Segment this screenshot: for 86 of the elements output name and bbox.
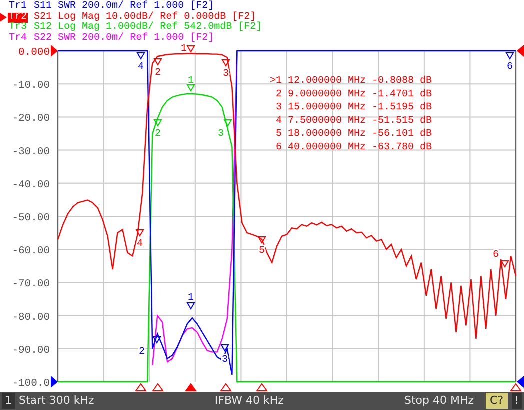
axis-label: -80.00 — [12, 312, 50, 324]
marker-triangle-icon — [186, 84, 196, 92]
trace-reference: Ref 0.000dB — [160, 12, 226, 22]
marker-triangle-icon — [500, 260, 510, 268]
trace-scale: 1.000dB/ — [106, 23, 154, 33]
axis-label: -20.00 — [12, 113, 50, 126]
marker-value: -1.5195 dB — [372, 102, 432, 114]
marker-value: -56.101 dB — [372, 129, 432, 140]
marker-number: 2 — [155, 129, 161, 140]
marker-label: 6 — [276, 142, 282, 154]
trace-tab[interactable]: Tr1 — [8, 2, 28, 12]
marker-value: -51.515 dB — [372, 116, 432, 127]
marker-value: -0.8088 dB — [372, 76, 432, 87]
trace-parameter: S12 — [34, 23, 52, 33]
axis-label: -40.00 — [12, 179, 50, 192]
marker-label: 5 — [276, 129, 282, 140]
calibration-indicator[interactable]: C? — [486, 393, 508, 409]
trace-scale: 200.0m/ — [82, 2, 124, 12]
trace-parameter: S11 — [34, 2, 52, 12]
trace-parameter: S22 — [34, 34, 52, 44]
trace-reference: Ref 1.000 — [130, 34, 184, 44]
reference-marker-icon — [51, 376, 58, 388]
marker-value: -63.780 dB — [372, 142, 432, 154]
marker-number: 4 — [137, 239, 143, 250]
marker-label: 2 — [276, 89, 282, 100]
axis-label: -50.00 — [12, 212, 50, 224]
axis-label: -100.0 — [12, 378, 50, 390]
marker-label: >1 — [270, 76, 282, 87]
marker-number: 6 — [507, 62, 513, 73]
trace-scale: 200.0m/ — [82, 34, 124, 44]
marker-triangle-icon — [222, 60, 230, 67]
channel-indicator[interactable]: 1 — [2, 393, 15, 409]
marker-label: 3 — [276, 102, 282, 114]
trace-parameter: S21 — [34, 12, 52, 22]
ifbw-setting: IFBW 40 kHz — [214, 392, 284, 409]
marker-frequency: 15.000000 MHz — [288, 102, 366, 114]
marker-number: 1 — [188, 293, 194, 304]
marker-number: 3 — [223, 69, 229, 80]
source-label: [F2] — [238, 23, 262, 34]
marker-triangle-icon — [220, 344, 230, 352]
axis-label: 0.000 — [18, 47, 50, 59]
marker-triangle-icon — [258, 236, 266, 244]
marker-number: 1 — [181, 44, 187, 55]
reference-marker-icon — [51, 45, 58, 57]
marker-number: 2 — [155, 68, 161, 79]
marker-number: 1 — [188, 76, 194, 87]
trace-format: Log Mag — [58, 12, 100, 22]
axis-label: -90.00 — [12, 344, 50, 357]
source-label: [F2] — [232, 12, 256, 22]
trace-format: SWR — [58, 34, 76, 44]
trace-format: SWR — [58, 2, 76, 12]
marker-number: 6 — [493, 250, 499, 261]
marker-number: 4 — [138, 62, 144, 73]
marker-frequency: 18.000000 MHz — [288, 129, 366, 140]
axis-label: -70.00 — [12, 278, 50, 291]
marker-frequency: 12.000000 MHz — [288, 76, 366, 87]
marker-number: 2 — [139, 347, 145, 358]
axis-label: -30.00 — [12, 146, 50, 158]
marker-number: 5 — [259, 246, 265, 257]
marker-label: 4 — [276, 116, 282, 127]
axis-label: -60.00 — [12, 246, 50, 258]
reference-marker-icon — [517, 376, 524, 388]
marker-triangle-icon — [186, 46, 196, 53]
trace-reference: Ref 542.0mdB — [160, 23, 232, 33]
marker-triangle-icon — [506, 52, 514, 60]
marker-value: -1.4701 dB — [372, 89, 432, 100]
alert-indicator[interactable]: ! — [512, 393, 522, 409]
source-label: [F2] — [190, 2, 214, 12]
marker-triangle-icon — [224, 120, 232, 127]
trace-reference: Ref 1.000 — [130, 2, 184, 12]
start-frequency: Start 300 kHz — [19, 392, 94, 409]
stop-frequency: Stop 40 MHz — [404, 392, 474, 409]
trace-scale: 10.00dB/ — [106, 12, 154, 22]
marker-triangle-icon — [136, 230, 144, 237]
marker-number: 3 — [222, 355, 228, 366]
marker-triangle-icon — [186, 302, 196, 310]
marker-frequency: 7.5000000 MHz — [288, 116, 366, 127]
marker-frequency: 9.0000000 MHz — [288, 89, 366, 100]
trace-format: Log Mag — [58, 23, 100, 33]
marker-frequency: 40.000000 MHz — [288, 142, 366, 154]
axis-label: -10.00 — [12, 80, 50, 92]
reference-marker-icon — [517, 45, 524, 57]
marker-triangle-icon — [154, 120, 162, 127]
marker-triangle-icon — [152, 336, 162, 344]
marker-number: 3 — [218, 129, 224, 140]
source-label: [F2] — [190, 34, 214, 44]
